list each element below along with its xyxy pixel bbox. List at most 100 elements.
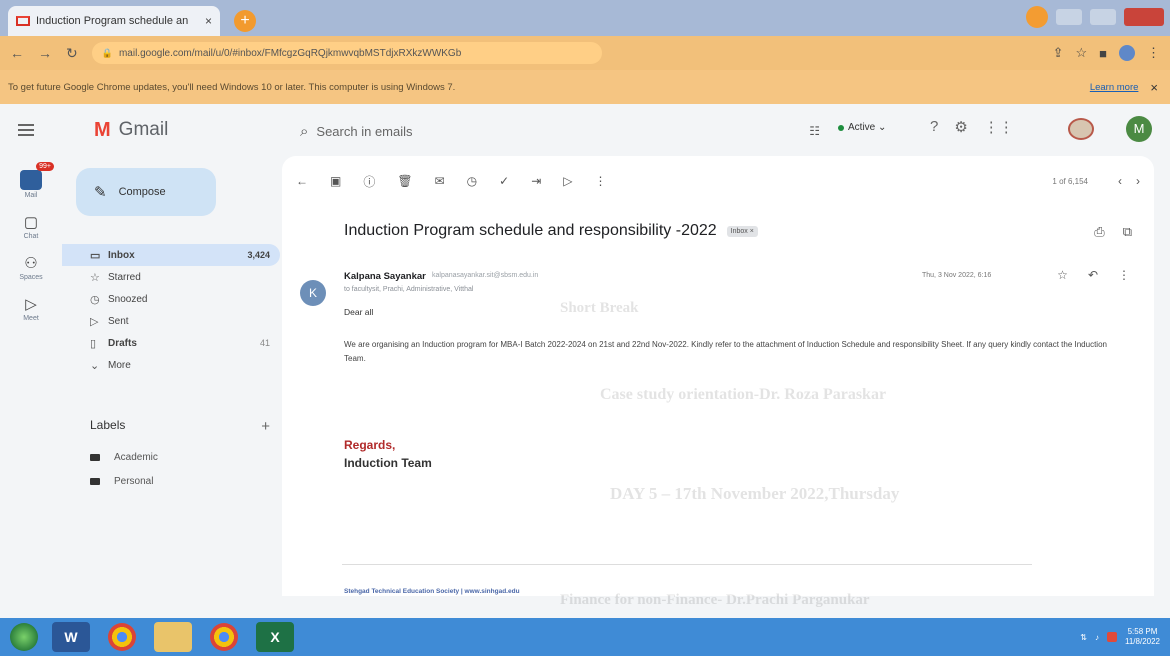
profile-orb-icon[interactable] [1026, 6, 1048, 28]
search-icon[interactable]: ⌕ [300, 123, 308, 140]
chrome-app-icon[interactable] [108, 623, 136, 651]
email-view: ← ▣ ⓘ 🗑 ✉ ◷ ✓ ⇥ ▷ ⋮ 1 of 6,154 ‹ › Induc… [282, 156, 1154, 596]
draft-count: 41 [259, 338, 270, 348]
url-field[interactable]: 🔒 mail.google.com/mail/u/0/#inbox/FMfcgz… [91, 42, 602, 64]
more-vert-icon[interactable]: ⋮ [1118, 268, 1130, 282]
label-tag-icon [90, 454, 100, 461]
bookmark-star-icon[interactable]: ☆ [1075, 45, 1087, 61]
sidebar-item-starred[interactable]: ☆ Starred [62, 266, 280, 288]
draft-icon: ▯ [90, 337, 97, 350]
labels-header: Labels + [90, 418, 270, 435]
window-close-button[interactable] [1124, 8, 1164, 26]
clock-time: 5:58 PM [1127, 627, 1158, 636]
rail-mail[interactable]: 99+ Mail [0, 162, 62, 199]
browser-profile-icon[interactable] [1119, 45, 1135, 61]
status-selector[interactable]: Active ⌄ [838, 122, 886, 133]
open-new-window-icon[interactable]: ⧉ [1123, 224, 1132, 240]
account-avatar[interactable]: M [1126, 116, 1152, 142]
chrome-window-icon[interactable] [210, 623, 238, 651]
status-label: Active [848, 122, 876, 133]
star-icon[interactable]: ☆ [1057, 268, 1068, 282]
browser-tab[interactable]: Induction Program schedule an × [8, 6, 220, 36]
rail-chat[interactable]: ▢ Chat [0, 213, 62, 240]
footer-signature[interactable]: Stehgad Technical Education Society | ww… [344, 588, 520, 595]
labels-title: Labels [90, 418, 126, 432]
label-item-personal[interactable]: Personal [90, 476, 153, 487]
label-icon[interactable]: ▷ [563, 174, 572, 188]
compose-label: Compose [118, 186, 166, 198]
header-icons: ? ⚙ ⋮⋮ [930, 118, 1014, 136]
reply-icon[interactable]: ↶ [1088, 268, 1098, 282]
share-icon[interactable]: ⇪ [1053, 45, 1064, 61]
start-button[interactable] [10, 623, 38, 651]
mark-unread-icon[interactable]: ✉ [435, 174, 445, 188]
sidebar-item-label: Inbox [108, 249, 135, 261]
extension-icon[interactable]: ■ [1099, 46, 1107, 61]
search-filter-icon[interactable]: ☷ [809, 124, 820, 138]
delete-icon[interactable]: 🗑 [397, 174, 412, 188]
infobar-close-icon[interactable]: × [1150, 80, 1158, 95]
file-explorer-icon[interactable] [154, 622, 192, 652]
reload-icon[interactable]: ↻ [66, 45, 78, 62]
divider [342, 564, 1032, 565]
compose-button[interactable]: ✎ Compose [76, 168, 216, 216]
add-task-icon[interactable]: ✓ [499, 174, 509, 188]
learn-more-link[interactable]: Learn more [1090, 82, 1139, 93]
gmail-logo[interactable]: M Gmail [94, 119, 168, 142]
recipients-line[interactable]: to facultysit, Prachi, Administrative, V… [344, 286, 473, 293]
newer-chevron-icon[interactable]: ‹ [1118, 174, 1122, 188]
help-icon[interactable]: ? [930, 118, 938, 136]
main-menu-icon[interactable] [18, 121, 34, 139]
sidebar-item-sent[interactable]: ▷ Sent [62, 310, 280, 332]
organization-logo[interactable] [1068, 118, 1094, 140]
subject-actions: ⎙ ⧉ [1094, 224, 1132, 240]
sidebar-item-more[interactable]: ⌄ More [62, 354, 280, 376]
regards-text: Regards, [344, 438, 396, 452]
label-item-academic[interactable]: Academic [90, 452, 158, 463]
archive-icon[interactable]: ▣ [330, 174, 341, 188]
notification-icon[interactable] [1107, 632, 1117, 642]
pagination-text: 1 of 6,154 [1052, 176, 1088, 186]
volume-icon[interactable]: ♪ [1095, 633, 1099, 642]
clock-icon: ◷ [90, 293, 100, 306]
new-tab-button[interactable]: + [234, 10, 256, 32]
sender-name[interactable]: Kalpana Sayankar [344, 271, 426, 282]
forward-arrow-icon[interactable]: → [38, 45, 52, 61]
search-bar[interactable]: ⌕ Search in emails ☷ [300, 114, 820, 148]
video-camera-icon: ▷ [25, 296, 37, 313]
network-icon[interactable]: ⇅ [1080, 633, 1087, 642]
add-label-icon[interactable]: + [261, 418, 270, 435]
print-icon[interactable]: ⎙ [1094, 224, 1104, 240]
move-to-icon[interactable]: ⇥ [531, 174, 541, 188]
tab-title: Induction Program schedule an [36, 15, 189, 27]
tab-close-icon[interactable]: × [205, 14, 212, 28]
back-arrow-icon[interactable]: ← [10, 45, 24, 61]
word-app-icon[interactable]: W [52, 622, 90, 652]
older-chevron-icon[interactable]: › [1136, 174, 1140, 188]
sidebar-item-drafts[interactable]: ▯ Drafts 41 [62, 332, 280, 354]
more-options-icon[interactable]: ⋮ [595, 174, 607, 188]
clock[interactable]: 5:58 PM 11/8/2022 [1125, 627, 1160, 647]
maximize-button[interactable] [1090, 9, 1116, 25]
minimize-button[interactable] [1056, 9, 1082, 25]
back-icon[interactable]: ← [296, 174, 308, 188]
rail-meet[interactable]: ▷ Meet [0, 295, 62, 322]
rail-mail-label: Mail [24, 192, 38, 199]
apps-grid-icon[interactable]: ⋮⋮ [984, 118, 1014, 136]
infobar-message: To get future Google Chrome updates, you… [8, 81, 456, 93]
sidebar-item-inbox[interactable]: ▭ Inbox 3,424 [62, 244, 280, 266]
sender-avatar[interactable]: K [300, 280, 326, 306]
settings-gear-icon[interactable]: ⚙ [954, 118, 967, 136]
sidebar-item-snoozed[interactable]: ◷ Snoozed [62, 288, 280, 310]
search-input[interactable]: Search in emails [316, 124, 412, 139]
gmail-logo-text: Gmail [118, 119, 169, 140]
inbox-label-chip[interactable]: Inbox × [726, 225, 758, 237]
browser-menu-icon[interactable]: ⋮ [1147, 45, 1160, 61]
excel-app-icon[interactable]: X [256, 622, 294, 652]
report-spam-icon[interactable]: ⓘ [363, 173, 375, 190]
rail-spaces[interactable]: ⚇ Spaces [0, 254, 62, 281]
rail-chat-label: Chat [23, 233, 39, 240]
snooze-icon[interactable]: ◷ [467, 174, 477, 188]
email-toolbar: ← ▣ ⓘ 🗑 ✉ ◷ ✓ ⇥ ▷ ⋮ 1 of 6,154 ‹ › [296, 166, 1140, 196]
sidebar-item-label: Snoozed [108, 293, 148, 305]
